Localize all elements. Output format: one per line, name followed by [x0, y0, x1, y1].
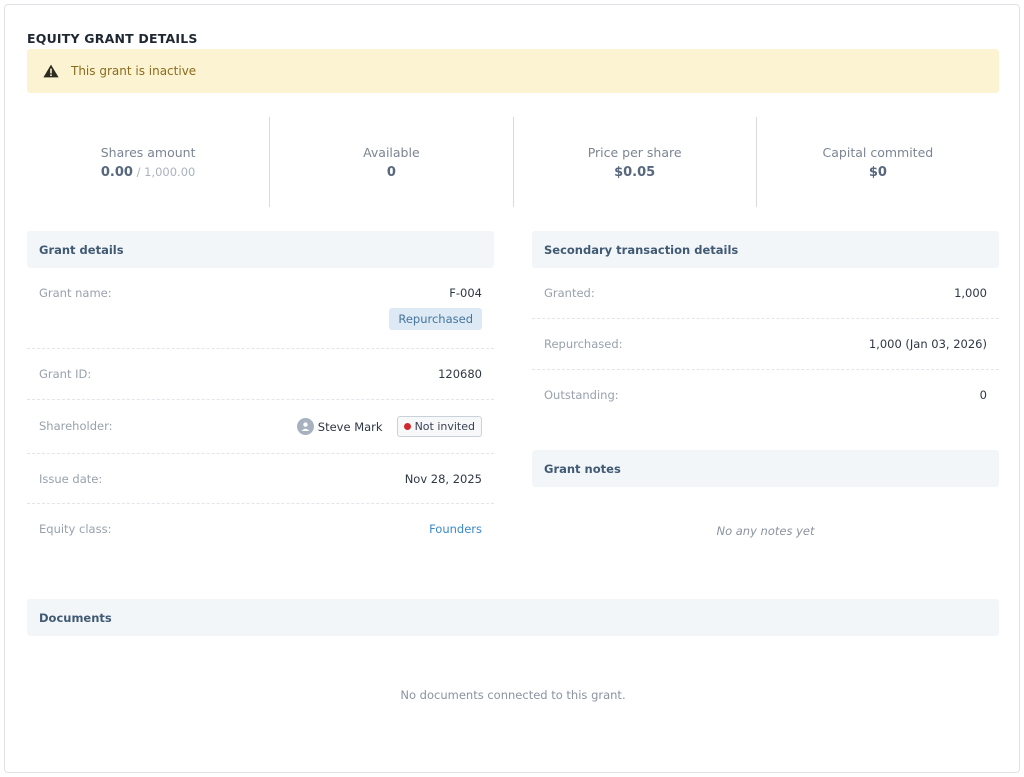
shareholder-label: Shareholder:: [39, 419, 113, 433]
shares-amount-total: / 1,000.00: [132, 164, 196, 179]
grant-id-label: Grant ID:: [39, 367, 92, 381]
alert-text: This grant is inactive: [71, 64, 197, 78]
grant-name-label: Grant name:: [39, 286, 112, 300]
issue-date-row: Issue date: Nov 28, 2025: [27, 454, 494, 504]
inactive-alert: This grant is inactive: [27, 49, 999, 93]
outstanding-label: Outstanding:: [544, 388, 619, 402]
grant-name-value: F-004: [449, 286, 482, 300]
documents-header: Documents: [27, 599, 999, 636]
stat-value: 0: [386, 164, 396, 180]
secondary-transaction-header: Secondary transaction details: [532, 231, 999, 268]
stat-value: 0.00 / 1,000.00: [101, 165, 195, 180]
shares-amount-value: 0.00: [100, 164, 133, 180]
issue-date-value: Nov 28, 2025: [404, 472, 482, 486]
not-invited-text: Not invited: [414, 420, 475, 433]
repurchased-value: 1,000 (Jan 03, 2026): [868, 337, 987, 351]
grant-id-row: Grant ID: 120680: [27, 349, 494, 400]
page-title: EQUITY GRANT DETAILS: [27, 31, 198, 46]
shareholder-name[interactable]: Steve Mark: [318, 420, 383, 434]
stat-value: $0.05: [614, 164, 656, 180]
shareholder-value: Steve Mark Not invited: [296, 416, 482, 437]
stat-shares-amount: Shares amount 0.00 / 1,000.00: [27, 117, 271, 207]
no-documents-text: No documents connected to this grant.: [400, 688, 626, 702]
grant-name-row: Grant name: F-004 Repurchased: [27, 268, 494, 349]
equity-class-label: Equity class:: [39, 522, 112, 536]
grant-details-header: Grant details: [27, 231, 494, 268]
granted-label: Granted:: [544, 286, 595, 300]
equity-class-row: Equity class: Founders: [27, 504, 494, 554]
stat-value: $0: [868, 164, 887, 180]
stat-label: Price per share: [587, 144, 682, 160]
stat-label: Capital commited: [822, 144, 934, 160]
issue-date-label: Issue date:: [39, 472, 103, 486]
stat-available: Available 0: [270, 117, 514, 207]
status-dot-icon: [403, 423, 411, 430]
user-avatar-icon: [296, 418, 314, 435]
grant-details-panel: Grant details Grant name: F-004 Repurcha…: [27, 231, 494, 554]
grant-id-value: 120680: [438, 367, 482, 381]
grant-notes-panel: Grant notes No any notes yet: [532, 450, 999, 538]
not-invited-badge[interactable]: Not invited: [396, 416, 482, 437]
grant-notes-header: Grant notes: [532, 450, 999, 487]
repurchased-label: Repurchased:: [544, 337, 623, 351]
repurchased-row: Repurchased: 1,000 (Jan 03, 2026): [532, 319, 999, 370]
outstanding-row: Outstanding: 0: [532, 370, 999, 421]
shareholder-row: Shareholder: Steve Mark Not invited: [27, 400, 494, 454]
secondary-transaction-panel: Secondary transaction details Granted: 1…: [532, 231, 999, 421]
documents-panel: Documents No documents connected to this…: [27, 599, 999, 702]
stat-label: Shares amount: [100, 144, 196, 160]
warning-icon: [43, 64, 59, 78]
stat-label: Available: [363, 144, 420, 160]
granted-row: Granted: 1,000: [532, 268, 999, 319]
outstanding-value: 0: [979, 388, 987, 402]
stat-price-per-share: Price per share $0.05: [514, 117, 757, 207]
repurchased-badge: Repurchased: [389, 308, 482, 330]
no-notes-text: No any notes yet: [716, 524, 815, 538]
grant-name-value-group: F-004 Repurchased: [389, 286, 482, 330]
equity-grant-card: EQUITY GRANT DETAILS This grant is inact…: [4, 4, 1020, 773]
stat-capital-committed: Capital commited $0: [757, 117, 999, 207]
granted-value: 1,000: [954, 286, 987, 300]
equity-class-link[interactable]: Founders: [429, 522, 482, 536]
stats-summary: Shares amount 0.00 / 1,000.00 Available …: [27, 117, 999, 207]
